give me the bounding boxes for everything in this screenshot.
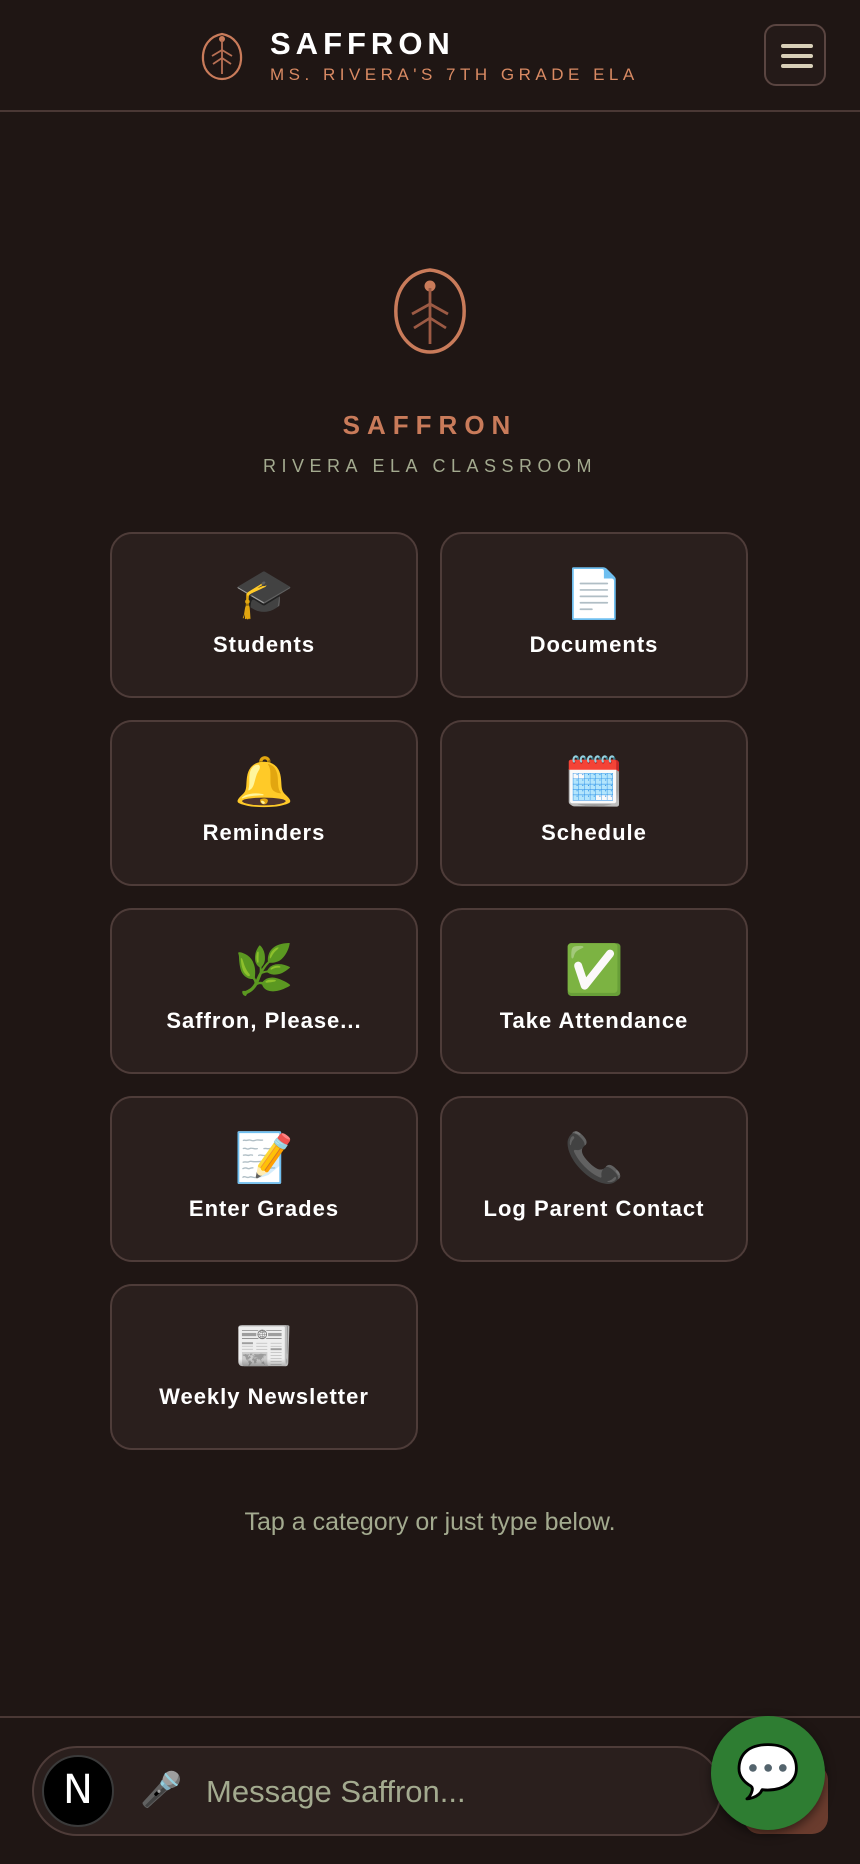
hero-title: SAFFRON <box>342 410 518 440</box>
category-students[interactable]: 🎓 Students <box>110 532 418 698</box>
category-label: Enter Grades <box>188 1196 340 1221</box>
top-header: SAFFRON MS. RIVERA'S 7TH GRADE ELA <box>0 0 860 112</box>
category-label: Students <box>212 632 316 657</box>
seed-leaf-icon <box>394 268 466 354</box>
category-reminders[interactable]: 🔔 Reminders <box>110 720 418 886</box>
bell-icon: 🔔 <box>234 756 294 809</box>
hint-text: Tap a category or just type below. <box>244 1508 616 1536</box>
category-enter-grades[interactable]: 📝 Enter Grades <box>110 1096 418 1262</box>
category-saffron-please[interactable]: 🌿 Saffron, Please... <box>110 908 418 1074</box>
newspaper-icon: 📰 <box>234 1320 294 1373</box>
message-input[interactable] <box>204 1764 688 1820</box>
hero-subtitle: RIVERA ELA CLASSROOM <box>262 456 598 476</box>
speech-bubble-icon: 💬 <box>735 1743 801 1801</box>
herb-icon: 🌿 <box>234 944 294 997</box>
category-label: Weekly Newsletter <box>159 1384 369 1409</box>
category-schedule[interactable]: 🗓️ Schedule <box>440 720 748 886</box>
memo-icon: 📝 <box>234 1132 294 1185</box>
chat-button[interactable]: 💬 <box>711 1716 825 1830</box>
category-label: Saffron, Please... <box>166 1008 362 1033</box>
app-subtitle: MS. RIVERA'S 7TH GRADE ELA <box>270 65 639 84</box>
category-label: Schedule <box>541 820 647 845</box>
category-label: Take Attendance <box>499 1008 689 1033</box>
category-log-parent-contact[interactable]: 📞 Log Parent Contact <box>440 1096 748 1262</box>
category-documents[interactable]: 📄 Documents <box>440 532 748 698</box>
seed-leaf-icon <box>201 32 243 81</box>
avatar[interactable]: N <box>42 1755 114 1827</box>
microphone-icon[interactable]: 🎤 <box>140 1768 182 1812</box>
category-weekly-newsletter[interactable]: 📰 Weekly Newsletter <box>110 1284 418 1450</box>
category-take-attendance[interactable]: ✅ Take Attendance <box>440 908 748 1074</box>
category-label: Reminders <box>202 820 326 845</box>
category-label: Documents <box>529 632 659 657</box>
graduation-cap-icon: 🎓 <box>234 568 294 621</box>
document-icon: 📄 <box>564 568 624 621</box>
calendar-icon: 🗓️ <box>564 756 624 809</box>
phone-icon: 📞 <box>564 1132 624 1185</box>
checkmark-icon: ✅ <box>564 944 624 997</box>
app-title: SAFFRON <box>270 26 455 61</box>
category-label: Log Parent Contact <box>483 1196 705 1221</box>
avatar-letter: N <box>63 1767 93 1813</box>
hamburger-menu-icon[interactable] <box>764 24 826 86</box>
